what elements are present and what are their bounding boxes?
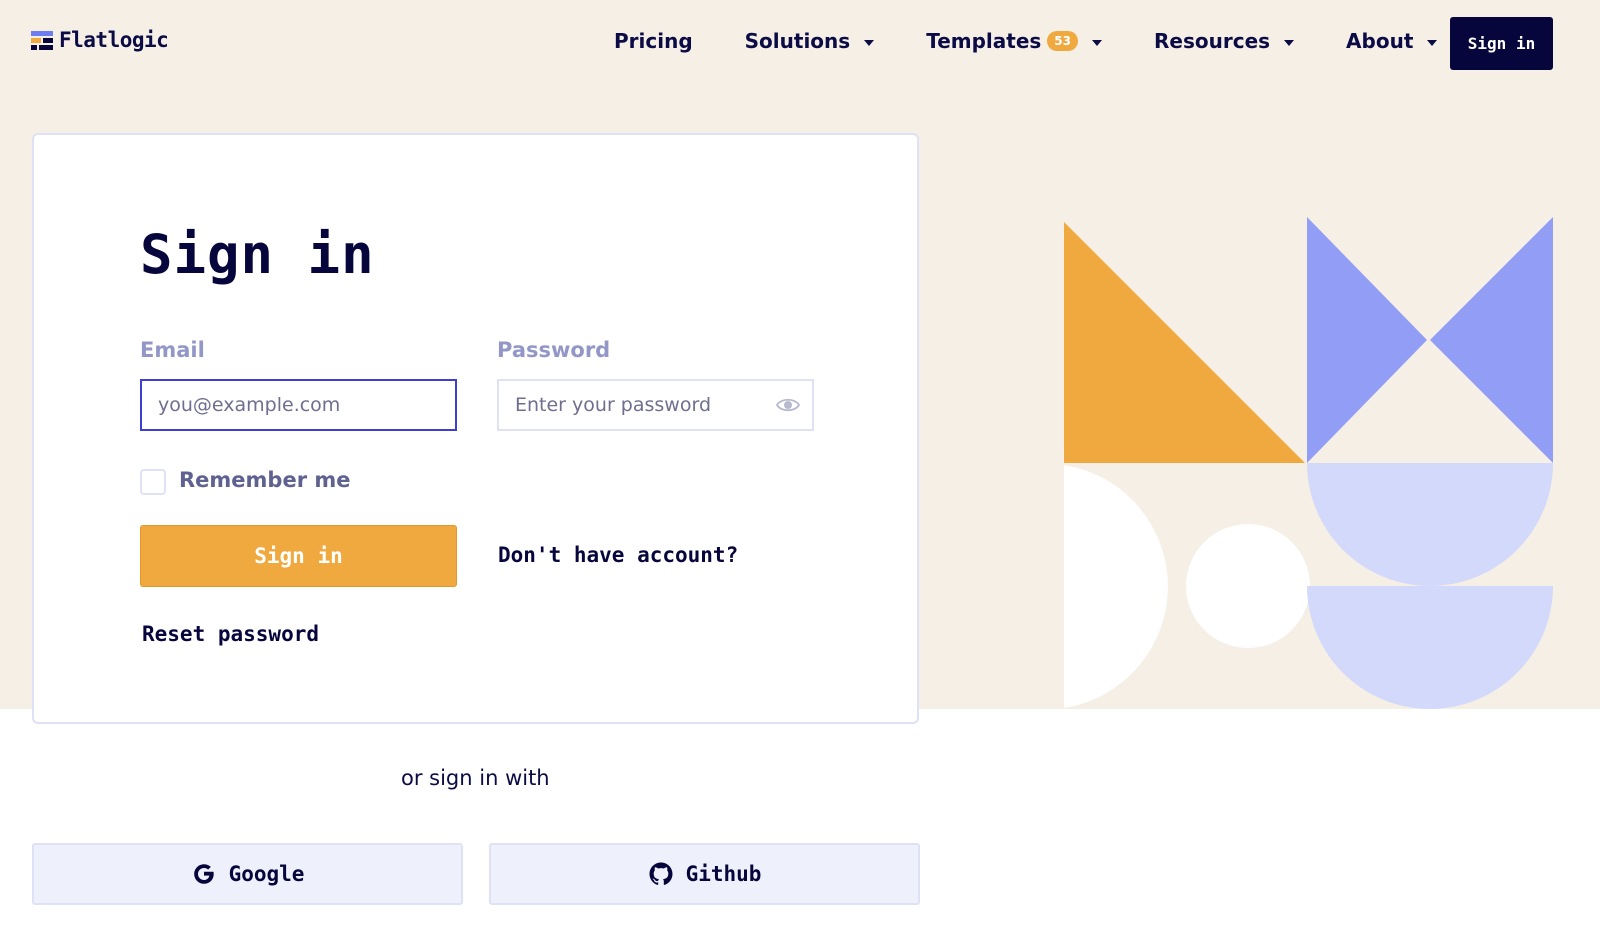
nav-item-label: About — [1346, 29, 1414, 53]
reset-password-link[interactable]: Reset password — [142, 622, 319, 646]
templates-count-badge: 53 — [1047, 31, 1078, 51]
logo[interactable]: Flatlogic — [31, 28, 169, 52]
signin-submit-button[interactable]: Sign in — [140, 525, 457, 587]
google-icon — [193, 864, 214, 884]
chevron-down-icon — [1427, 40, 1438, 46]
upper-lavender-half-circle-shape — [1307, 463, 1553, 586]
nav-item-about[interactable]: About — [1346, 26, 1438, 56]
email-label: Email — [140, 338, 205, 362]
signup-link[interactable]: Don't have account? — [498, 543, 738, 567]
nav-item-label: Resources — [1154, 29, 1271, 53]
nav-item-label: Pricing — [614, 29, 693, 53]
logo-mark-icon — [31, 29, 53, 51]
github-signin-button[interactable]: Github — [489, 843, 920, 905]
google-label: Google — [228, 862, 305, 886]
header-signin-button[interactable]: Sign in — [1450, 17, 1553, 70]
chevron-down-icon — [1092, 40, 1102, 46]
password-label: Password — [497, 338, 611, 362]
signin-card: Sign in Email Password Remember me Sign … — [32, 133, 919, 724]
logo-text: Flatlogic — [59, 28, 169, 52]
nav-item-solutions[interactable]: Solutions — [745, 26, 875, 56]
nav-item-pricing[interactable]: Pricing — [614, 26, 693, 56]
lower-lavender-half-circle-shape — [1307, 586, 1553, 709]
white-circle-shape — [1186, 524, 1310, 648]
page-title: Sign in — [140, 223, 375, 286]
nav-item-templates[interactable]: Templates 53 — [926, 26, 1102, 56]
password-field[interactable] — [497, 379, 814, 431]
nav-item-label: Templates — [926, 29, 1042, 53]
nav-item-resources[interactable]: Resources — [1154, 26, 1295, 56]
nav-item-label: Solutions — [744, 29, 851, 53]
github-icon — [649, 862, 673, 885]
remember-me-label[interactable]: Remember me — [179, 468, 351, 492]
eye-icon[interactable] — [776, 394, 800, 416]
email-field[interactable] — [140, 379, 457, 431]
main-nav: Pricing Solutions Templates 53 Resources… — [614, 26, 1489, 56]
google-signin-button[interactable]: Google — [32, 843, 463, 905]
chevron-down-icon — [864, 40, 875, 46]
social-divider-text: or sign in with — [401, 766, 550, 790]
decorative-geometric-illustration — [1064, 217, 1553, 709]
left-blue-triangle-shape — [1307, 217, 1427, 463]
chevron-down-icon — [1284, 40, 1295, 46]
white-half-circle-shape — [1064, 465, 1168, 708]
right-blue-triangle-shape — [1430, 217, 1553, 463]
remember-me-checkbox[interactable] — [140, 469, 166, 495]
github-label: Github — [685, 862, 762, 886]
orange-triangle-shape — [1064, 222, 1305, 463]
